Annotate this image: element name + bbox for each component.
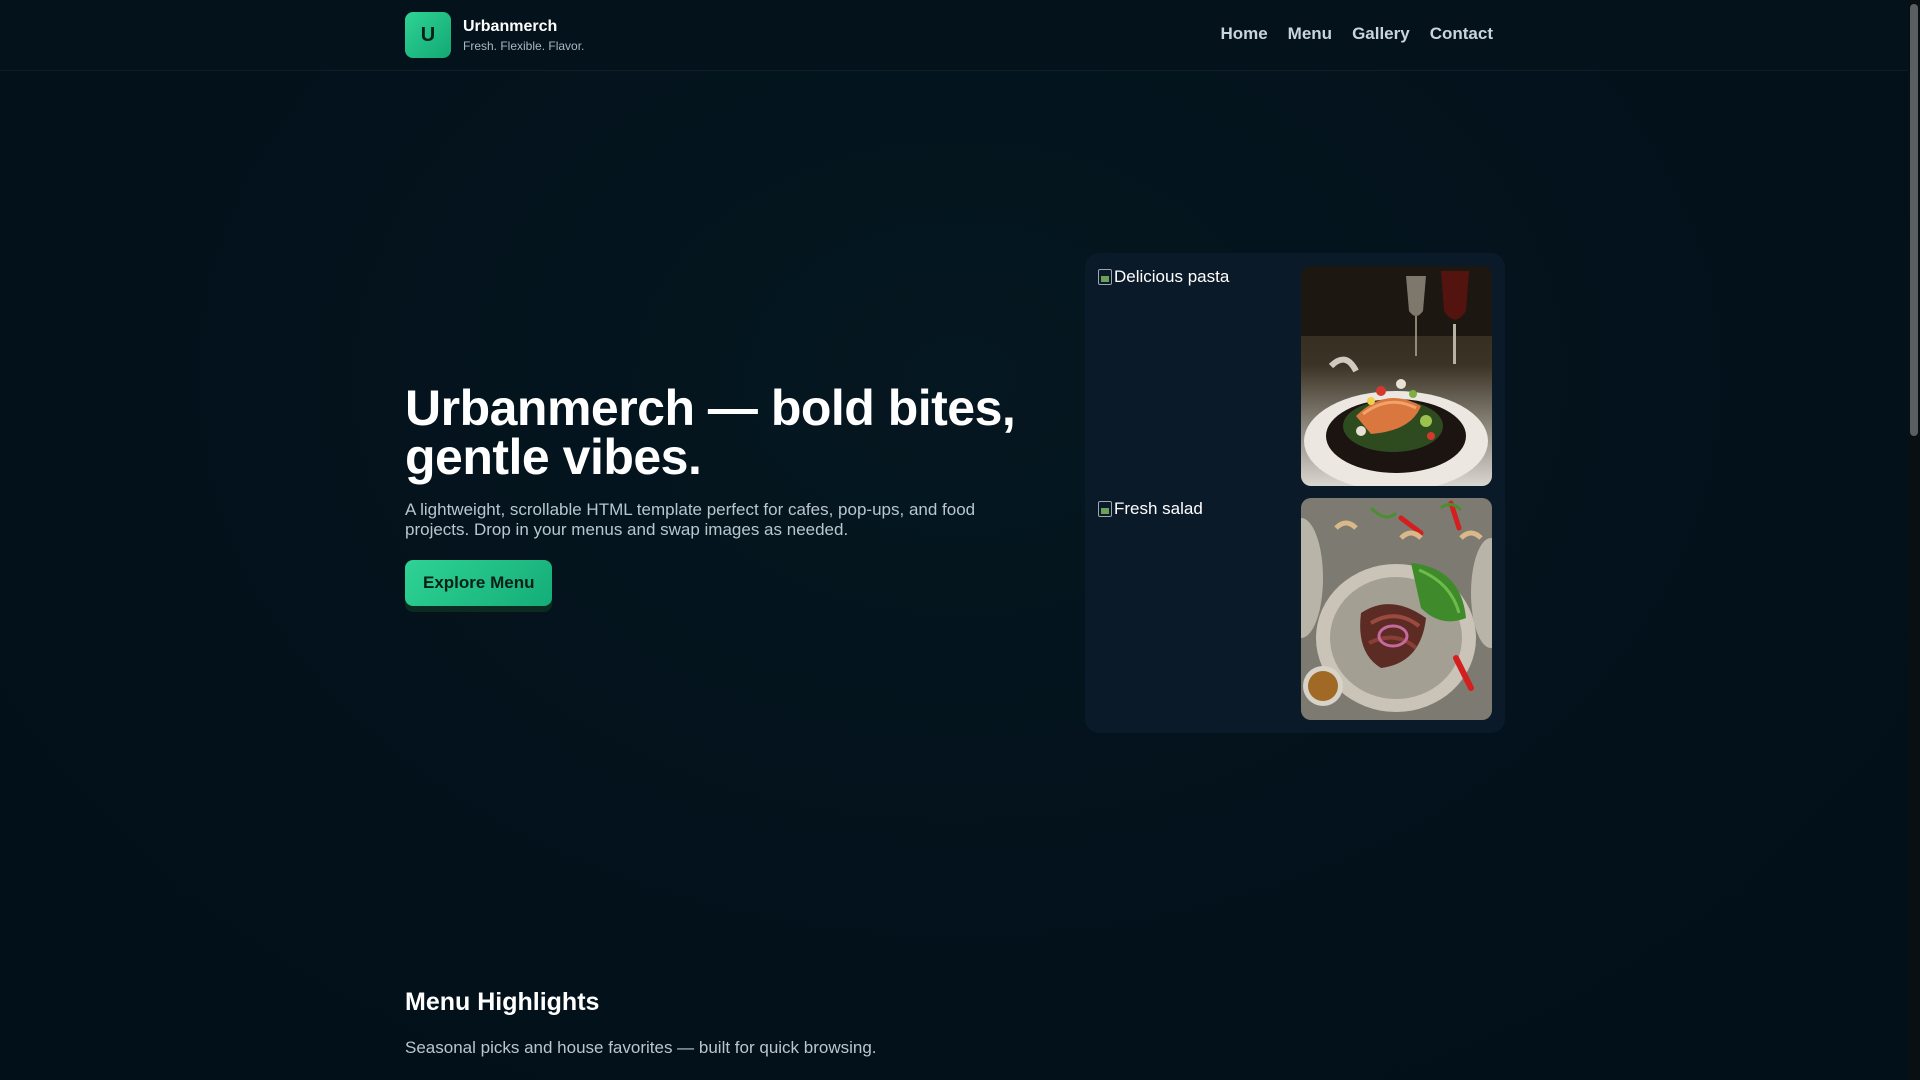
scrollbar-thumb[interactable] <box>1910 4 1918 436</box>
brand-name[interactable]: Urbanmerch <box>463 18 584 35</box>
steak-salad-photo <box>1301 498 1492 720</box>
hero-section: Urbanmerch — bold bites, gentle vibes. A… <box>405 380 1045 606</box>
brand-tagline: Fresh. Flexible. Flavor. <box>463 38 585 53</box>
steak-salad-image <box>1301 498 1492 720</box>
brand[interactable]: U Urbanmerch Fresh. Flexible. Flavor. <box>405 12 584 58</box>
hero-title: Urbanmerch — bold bites, gentle vibes. <box>405 380 1016 485</box>
gallery-card: Delicious pasta Fresh salad <box>1085 253 1505 733</box>
pasta-image-alt: Delicious pasta <box>1114 267 1230 286</box>
pasta-image-broken: Delicious pasta <box>1098 267 1229 287</box>
broken-image-icon <box>1098 501 1112 517</box>
salad-image-broken: Fresh salad <box>1098 499 1203 519</box>
site-header: U Urbanmerch Fresh. Flexible. Flavor. Ho… <box>0 0 1908 71</box>
scrollbar[interactable] <box>1908 0 1920 1080</box>
main-nav: Home Menu Gallery Contact <box>1220 24 1493 44</box>
nav-home-link[interactable]: Home <box>1220 24 1267 44</box>
nav-contact-link[interactable]: Contact <box>1430 24 1493 44</box>
salmon-dish-photo <box>1301 266 1492 486</box>
explore-menu-button[interactable]: Explore Menu <box>405 560 553 606</box>
nav-menu-link[interactable]: Menu <box>1288 24 1332 44</box>
page: U Urbanmerch Fresh. Flexible. Flavor. Ho… <box>0 0 1920 1080</box>
salad-image-alt: Fresh salad <box>1114 499 1203 518</box>
menu-highlights-subtitle: Seasonal picks and house favorites — bui… <box>405 1038 877 1057</box>
salmon-dish-image <box>1301 266 1492 486</box>
brand-logo[interactable]: U <box>405 12 451 58</box>
menu-highlights-title: Menu Highlights <box>405 988 600 1016</box>
hero-subtitle: A lightweight, scrollable HTML template … <box>405 500 976 539</box>
broken-image-icon <box>1098 269 1112 285</box>
brand-text: Urbanmerch Fresh. Flexible. Flavor. <box>463 18 585 53</box>
nav-gallery-link[interactable]: Gallery <box>1352 24 1410 44</box>
